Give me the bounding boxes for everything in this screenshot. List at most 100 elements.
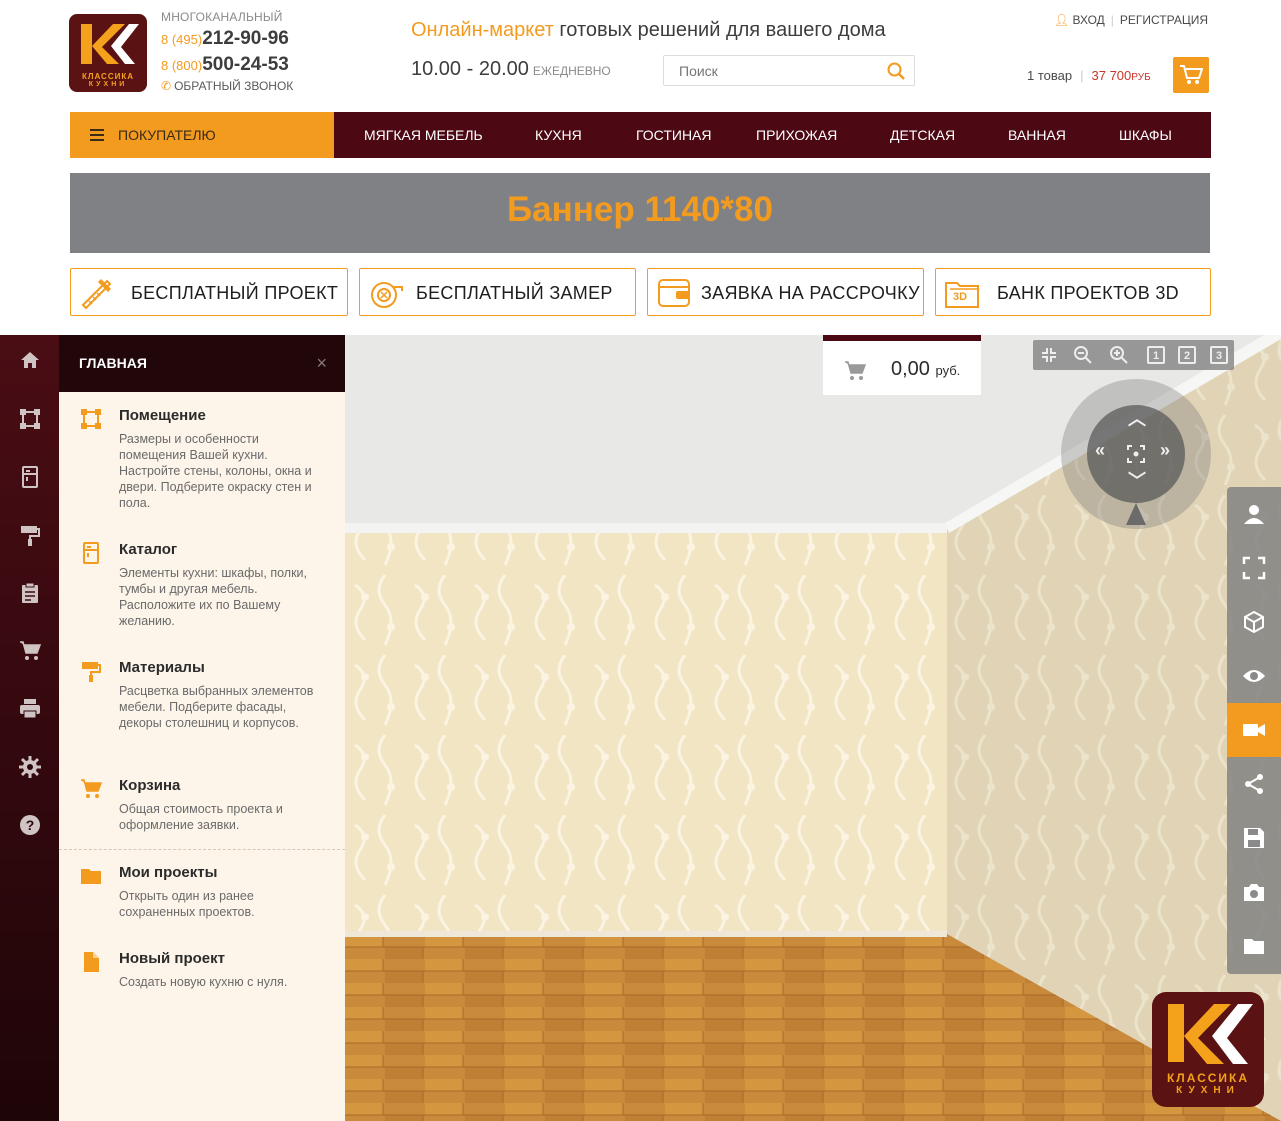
ad-banner[interactable]: Баннер 1140*80 (70, 173, 1210, 253)
cart-summary[interactable]: 1 товар | 37 700РУБ (1027, 68, 1151, 83)
cart-separator: | (1080, 68, 1084, 83)
installment-button[interactable]: ЗАЯВКА НА РАССРОЧКУ (647, 268, 924, 316)
nav-item-bathroom[interactable]: ВАННАЯ (1008, 112, 1066, 158)
nav-item-wardrobes[interactable]: ШКАФЫ (1119, 112, 1172, 158)
phone-2-number: 500-24-53 (202, 54, 289, 75)
panel-title: ГЛАВНАЯ (79, 355, 147, 371)
panel-item-room[interactable]: Помещение Размеры и особенности помещени… (59, 407, 345, 517)
nav-item-kitchen[interactable]: КУХНЯ (535, 112, 582, 158)
free-project-button[interactable]: БЕСПЛАТНЫЙ ПРОЕКТ (70, 268, 348, 316)
panel-header: ГЛАВНАЯ × (59, 335, 345, 392)
room-3d-view[interactable]: 0,00 руб. 1 2 3 ︿ « » ﹀ КЛАССИКА КУХНИ (345, 335, 1281, 1121)
pan-up-icon[interactable]: ︿ (1128, 405, 1146, 431)
joystick-inner[interactable]: ︿ « » ﹀ (1087, 405, 1185, 503)
panel-item-desc: Размеры и особенности помещения Вашей ку… (119, 432, 312, 510)
folder-icon (81, 869, 101, 884)
pan-left-icon[interactable]: « (1095, 440, 1105, 461)
share-tool[interactable] (1227, 757, 1281, 811)
phone-block: МНОГОКАНАЛЬНЫЙ 8 (495)212-90-96 8 (800)5… (161, 10, 293, 93)
phone-caption: МНОГОКАНАЛЬНЫЙ (161, 10, 283, 24)
price-amount: 0,00 (891, 358, 930, 380)
navigation-joystick[interactable]: ︿ « » ﹀ (1061, 379, 1211, 529)
project-bank-button[interactable]: 3D БАНК ПРОЕКТОВ 3D (935, 268, 1211, 316)
phone-1-code: 8 (495) (161, 32, 203, 47)
3d-view-tool[interactable] (1227, 595, 1281, 649)
panel-item-desc: Общая стоимость проекта и оформление зая… (119, 802, 283, 832)
cart-button[interactable] (1173, 57, 1209, 93)
cart-icon (845, 361, 867, 380)
callback-link[interactable]: ✆ ОБРАТНЫЙ ЗВОНОК (161, 79, 293, 93)
fullscreen-tool[interactable] (1227, 541, 1281, 595)
camera-tool[interactable] (1227, 703, 1281, 757)
kitchen-planner: ? ГЛАВНАЯ × Помещение Размеры и особенно… (0, 335, 1281, 1121)
free-measure-button[interactable]: БЕСПЛАТНЫЙ ЗАМЕР (359, 268, 636, 316)
panel-item-catalog[interactable]: Каталог Элементы кухни: шкафы, полки, ту… (59, 541, 345, 636)
panel-item-new-project[interactable]: Новый проект Создать новую кухню с нуля. (59, 950, 345, 1000)
catalog-icon[interactable] (18, 465, 42, 489)
center-focus-icon[interactable] (1126, 444, 1146, 464)
price-box[interactable]: 0,00 руб. (823, 335, 981, 395)
watermark-logo: КЛАССИКА КУХНИ (1152, 992, 1264, 1107)
register-link[interactable]: РЕГИСТРАЦИЯ (1120, 13, 1208, 27)
nav-item-soft-furniture[interactable]: МЯГКАЯ МЕБЕЛЬ (364, 112, 483, 158)
eye-icon (1243, 670, 1265, 682)
room-icon (81, 409, 101, 429)
panel-item-cart[interactable]: Корзина Общая стоимость проекта и оформл… (59, 777, 345, 837)
open-project-tool[interactable] (1227, 919, 1281, 973)
clipboard-icon[interactable] (18, 581, 42, 605)
watermark-line1: КЛАССИКА (1166, 1071, 1250, 1085)
cart-icon[interactable] (18, 639, 42, 663)
user-icon (1244, 505, 1264, 524)
room-icon[interactable] (18, 407, 42, 431)
nav-item-kids-room[interactable]: ДЕТСКАЯ (890, 112, 955, 158)
pan-down-icon[interactable]: ﹀ (1128, 467, 1146, 493)
preview-tool[interactable] (1227, 649, 1281, 703)
phone-2[interactable]: 8 (800)500-24-53 (161, 54, 293, 76)
view-1-button[interactable]: 1 (1147, 346, 1165, 364)
zoom-out-icon[interactable] (1073, 345, 1093, 365)
panel-item-title: Каталог (119, 541, 178, 558)
nav-item-hallway[interactable]: ПРИХОЖАЯ (756, 112, 837, 158)
ruler-pencil-icon (81, 279, 112, 310)
folder-icon (1244, 939, 1264, 954)
slogan: Онлайн-маркет готовых решений для вашего… (411, 19, 886, 42)
snapshot-tool[interactable] (1227, 865, 1281, 919)
svg-text:?: ? (26, 817, 35, 833)
help-icon[interactable]: ? (18, 813, 42, 837)
settings-icon[interactable] (18, 755, 42, 779)
cart-sum: 37 700 (1091, 68, 1132, 83)
pan-right-icon[interactable]: » (1160, 440, 1170, 461)
print-icon[interactable] (18, 697, 42, 721)
collapse-icon[interactable] (1039, 345, 1059, 365)
search-input[interactable] (679, 62, 879, 80)
nav-buyer[interactable]: ПОКУПАТЕЛЮ (70, 112, 334, 158)
user-icon: 👤︎ (1053, 13, 1070, 27)
login-link[interactable]: ВХОД (1072, 13, 1104, 27)
panel-item-desc: Элементы кухни: шкафы, полки, тумбы и др… (119, 566, 307, 628)
panel-item-my-projects[interactable]: Мои проекты Открыть один из ранее сохран… (59, 864, 345, 924)
save-icon (1244, 828, 1264, 848)
catalog-icon (83, 542, 99, 564)
user-tool[interactable] (1227, 487, 1281, 541)
nav-buyer-label: ПОКУПАТЕЛЮ (118, 127, 216, 143)
side-rail: ? (0, 335, 59, 1121)
search-box (663, 55, 915, 86)
view-2-button[interactable]: 2 (1178, 346, 1196, 364)
search-icon[interactable] (886, 61, 906, 81)
panel-item-materials[interactable]: Материалы Расцветка выбранных элементов … (59, 659, 345, 754)
phone-2-code: 8 (800) (161, 58, 203, 73)
nav-item-living-room[interactable]: ГОСТИНАЯ (636, 112, 712, 158)
brand-logo[interactable]: КЛАССИКА КУХНИ (69, 14, 147, 92)
view-3-button[interactable]: 3 (1210, 346, 1228, 364)
view-toolbar: 1 2 3 (1033, 340, 1234, 370)
home-icon[interactable] (18, 348, 42, 372)
close-icon[interactable]: × (316, 353, 327, 374)
slogan-rest: готовых решений для вашего дома (553, 19, 886, 41)
zoom-in-icon[interactable] (1109, 345, 1129, 365)
main-panel: ГЛАВНАЯ × Помещение Размеры и особенност… (59, 335, 345, 1121)
paint-roller-icon[interactable] (18, 523, 42, 547)
photo-camera-icon (1244, 884, 1264, 901)
cube-icon (1244, 610, 1264, 634)
phone-1[interactable]: 8 (495)212-90-96 (161, 28, 293, 50)
save-tool[interactable] (1227, 811, 1281, 865)
